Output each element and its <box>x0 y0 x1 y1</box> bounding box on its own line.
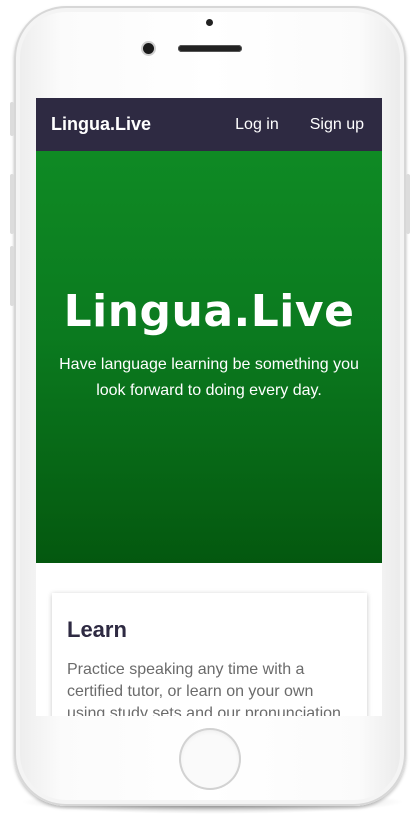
hero-title: Lingua.Live <box>63 286 355 337</box>
hero-section: Lingua.Live Have language learning be so… <box>36 151 382 563</box>
volume-down-button <box>10 246 14 306</box>
nav-links: Log in Sign up <box>235 116 364 134</box>
home-button[interactable] <box>179 728 241 790</box>
content-section: Learn Practice speaking any time with a … <box>36 563 382 716</box>
feature-card-learn: Learn Practice speaking any time with a … <box>52 593 367 716</box>
earpiece-speaker <box>178 45 242 52</box>
card-title: Learn <box>67 617 127 642</box>
proximity-sensor <box>206 19 213 26</box>
hero-subtitle: Have language learning be something you … <box>59 356 359 399</box>
front-camera-icon <box>143 43 154 54</box>
volume-up-button <box>10 174 14 234</box>
navbar: Lingua.Live Log in Sign up <box>36 98 382 151</box>
phone-screen: Lingua.Live Log in Sign up Lingua.Live H… <box>36 98 382 716</box>
brand-logo[interactable]: Lingua.Live <box>51 114 151 135</box>
signup-link[interactable]: Sign up <box>310 116 364 134</box>
login-link[interactable]: Log in <box>235 116 279 134</box>
power-button <box>406 174 410 234</box>
mute-switch <box>10 102 14 136</box>
card-text: Practice speaking any time with a certif… <box>67 661 341 716</box>
